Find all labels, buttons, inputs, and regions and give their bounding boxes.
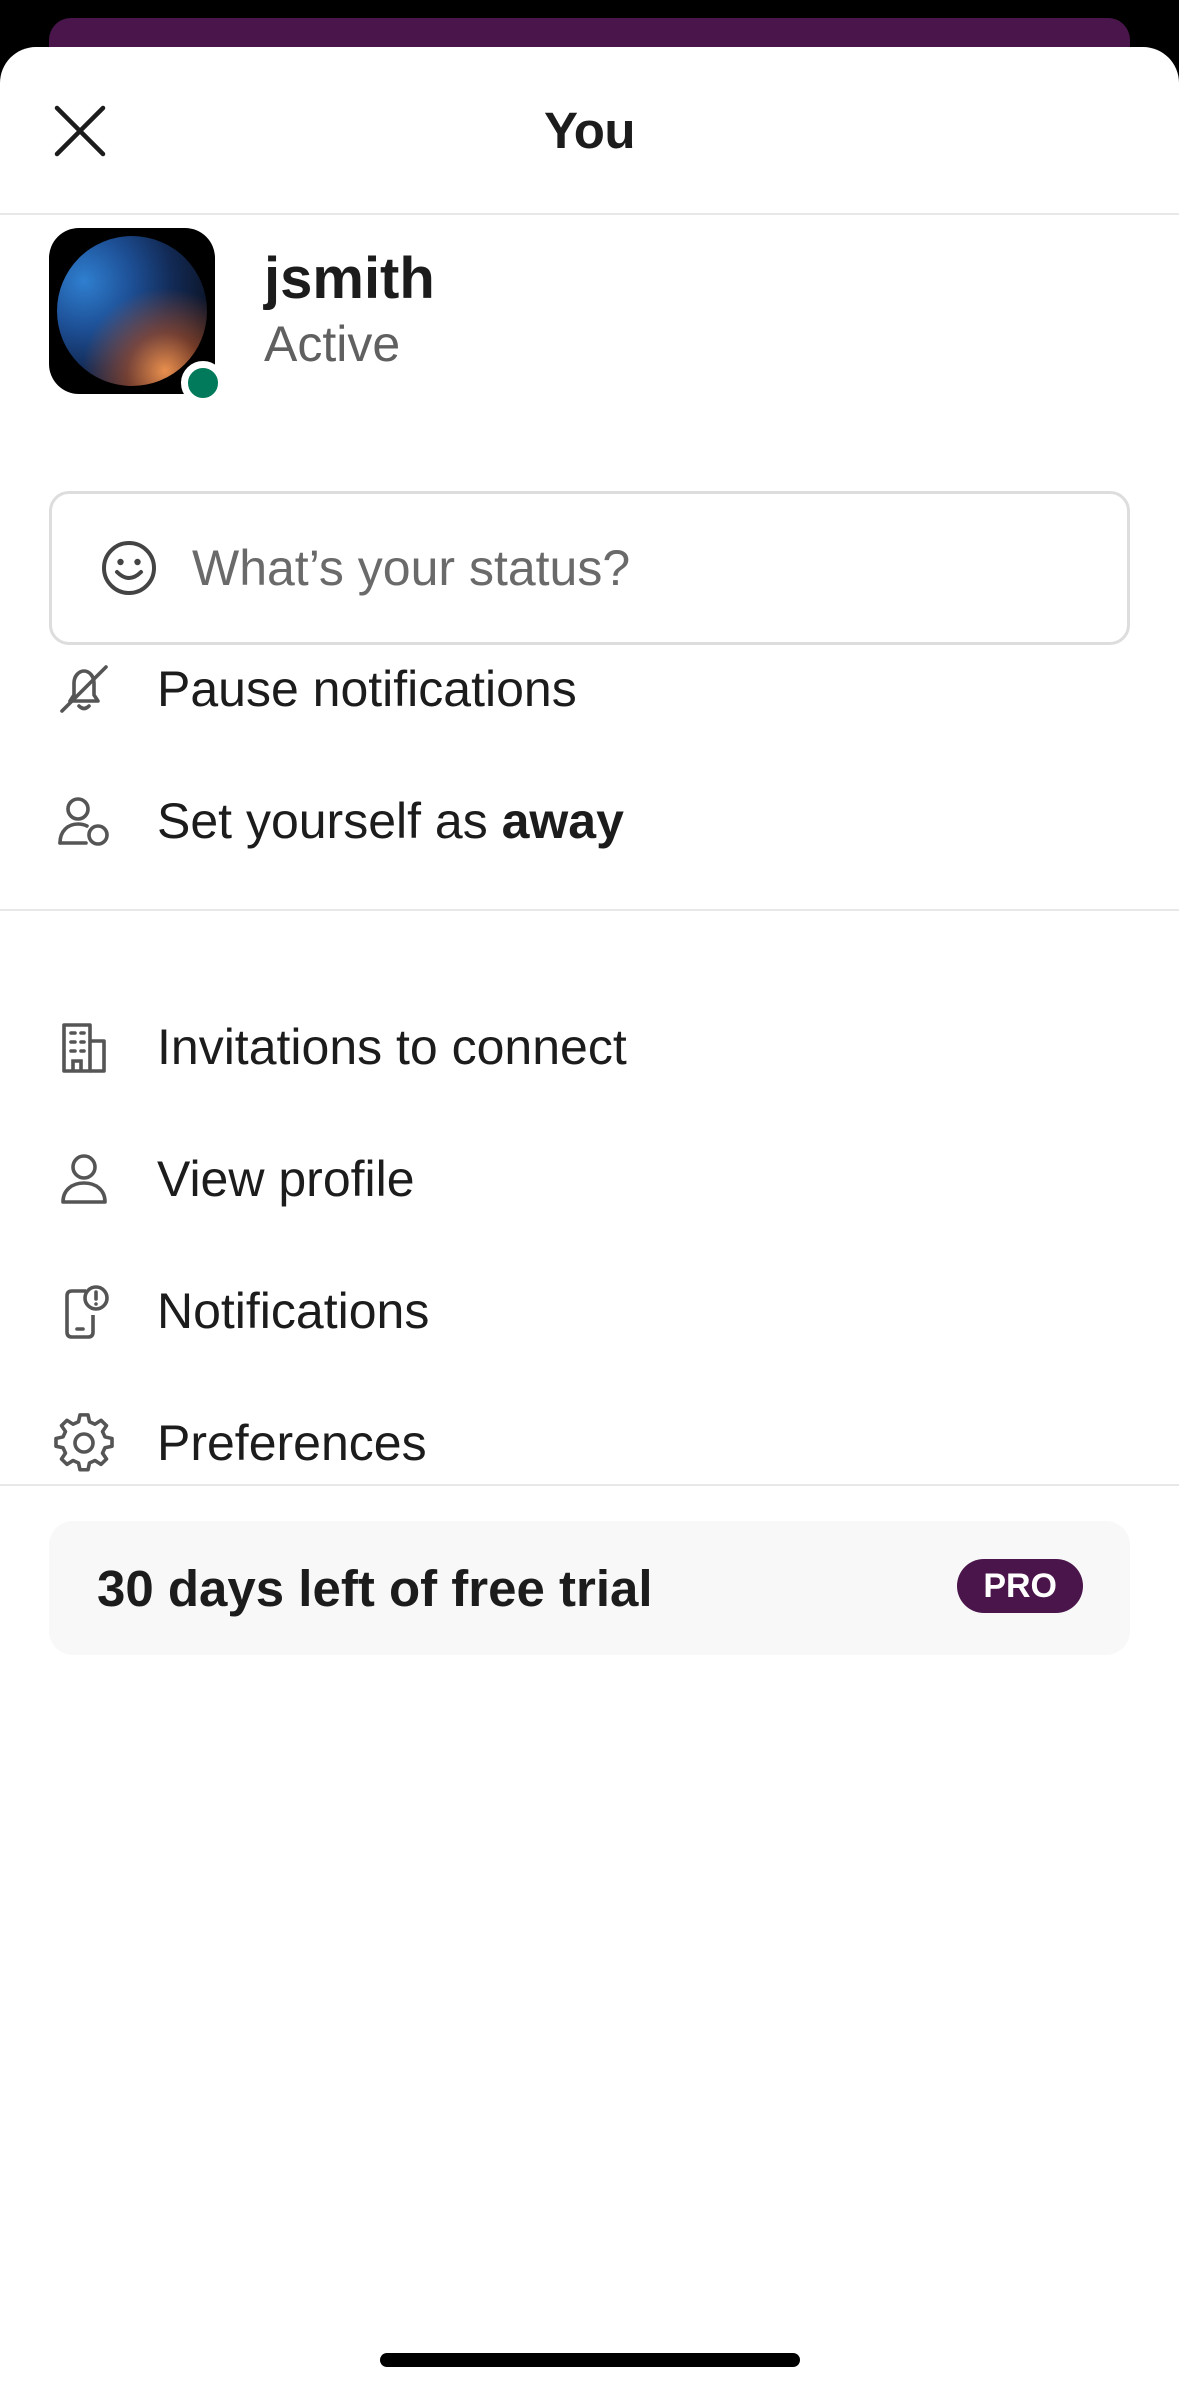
status-placeholder: What’s your status? xyxy=(192,540,631,596)
divider xyxy=(0,909,1179,911)
avatar-image xyxy=(57,236,207,386)
bell-off-icon xyxy=(52,657,116,721)
pause-notifications-item[interactable]: Pause notifications xyxy=(0,624,1179,754)
smiley-icon xyxy=(102,541,156,595)
pro-badge: PRO xyxy=(957,1559,1083,1613)
person-icon xyxy=(52,1147,116,1211)
set-away-item[interactable]: Set yourself as away xyxy=(0,756,1179,886)
person-away-icon xyxy=(52,789,116,853)
building-icon xyxy=(52,1015,116,1079)
notifications-item[interactable]: Notifications xyxy=(0,1246,1179,1376)
invitations-item[interactable]: Invitations to connect xyxy=(0,982,1179,1112)
preferences-item[interactable]: Preferences xyxy=(0,1378,1179,1508)
menu-item-label: Invitations to connect xyxy=(157,1019,627,1075)
close-button[interactable] xyxy=(48,99,112,163)
divider xyxy=(0,1484,1179,1486)
menu-item-label: Pause notifications xyxy=(157,661,577,717)
username: jsmith xyxy=(264,246,435,311)
page-title: You xyxy=(543,101,636,159)
menu-item-label: Set yourself as away xyxy=(157,792,624,850)
sheet-header: You xyxy=(0,47,1179,215)
you-sheet: You jsmith Active What’s your status? Pa… xyxy=(0,47,1179,2396)
home-indicator[interactable] xyxy=(380,2353,800,2367)
away-label-prefix: Set yourself as xyxy=(157,793,502,849)
presence-dot xyxy=(181,361,225,405)
menu-item-label: Notifications xyxy=(157,1283,430,1339)
close-icon xyxy=(54,105,106,157)
profile-summary[interactable]: jsmith Active xyxy=(0,215,1179,440)
free-trial-banner[interactable]: 30 days left of free trial PRO xyxy=(49,1521,1130,1655)
menu-item-label: Preferences xyxy=(157,1415,427,1471)
gear-icon xyxy=(52,1411,116,1475)
away-label-bold: away xyxy=(501,793,624,849)
view-profile-item[interactable]: View profile xyxy=(0,1114,1179,1244)
presence-status: Active xyxy=(264,316,401,372)
trial-text: 30 days left of free trial xyxy=(97,1559,653,1617)
phone-notification-icon xyxy=(52,1279,116,1343)
status-input[interactable]: What’s your status? xyxy=(49,491,1130,645)
menu-item-label: View profile xyxy=(157,1151,415,1207)
